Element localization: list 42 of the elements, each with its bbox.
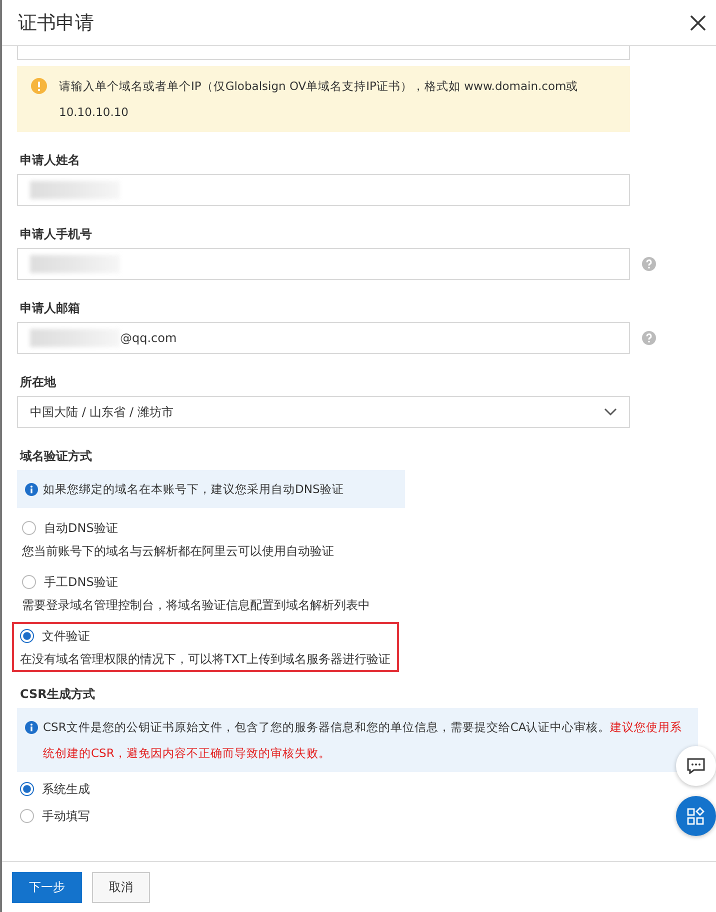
option-description: 在没有域名管理权限的情况下，可以将TXT上传到域名服务器进行验证 — [20, 651, 391, 667]
radio-option[interactable]: 自动DNS验证 — [22, 519, 118, 537]
field-label: 申请人手机号 — [20, 226, 93, 242]
text-input[interactable] — [17, 174, 630, 206]
chat-icon — [687, 758, 705, 774]
section-label: CSR生成方式 — [20, 686, 96, 702]
chevron-down-icon — [604, 408, 617, 416]
text-input[interactable]: @qq.com — [17, 322, 630, 354]
notice-text: CSR文件是您的公钥证书原始文件，包含了您的服务器信息和您的单位信息，需要提交给CA认证中心审核。建议您使用系统创建的CSR，避免因内容不正确而导致的审核失败。 — [43, 719, 684, 762]
location-select[interactable]: 中国大陆 / 山东省 / 潍坊市 — [17, 396, 630, 428]
radio-button[interactable] — [20, 809, 34, 823]
radio-button[interactable] — [20, 782, 34, 796]
radio-option[interactable]: 文件验证 — [20, 627, 90, 645]
info-icon — [25, 721, 38, 734]
radio-button[interactable] — [20, 629, 34, 643]
next-button[interactable]: 下一步 — [12, 872, 82, 902]
field-label: 申请人邮箱 — [20, 300, 81, 316]
cancel-button[interactable]: 取消 — [92, 872, 150, 902]
option-description: 您当前账号下的域名与云解析都在阿里云可以使用自动验证 — [22, 543, 334, 559]
radio-button[interactable] — [22, 521, 36, 535]
help-icon[interactable] — [642, 331, 656, 345]
select-value: 中国大陆 / 山东省 / 潍坊市 — [30, 404, 174, 420]
section-label: 域名验证方式 — [20, 448, 93, 464]
option-description: 需要登录域名管理控制台，将域名验证信息配置到域名解析列表中 — [22, 597, 370, 613]
warning-text: 请输入单个域名或者单个IP（仅Globalsign OV单域名支持IP证书），格式如 www.domain.com或10.10.10.10 — [59, 78, 580, 121]
dialog-title: 证书申请 — [18, 14, 94, 30]
feedback-button[interactable] — [676, 746, 716, 786]
info-icon — [25, 482, 38, 496]
close-icon — [690, 14, 706, 30]
input-value: @qq.com — [120, 330, 177, 346]
help-icon[interactable] — [642, 257, 656, 271]
radio-option[interactable]: 手工DNS验证 — [22, 573, 118, 591]
radio-option[interactable]: 手动填写 — [20, 807, 90, 825]
field-label: 所在地 — [20, 374, 57, 390]
radio-button[interactable] — [22, 575, 36, 589]
field-label: 申请人姓名 — [20, 152, 81, 168]
notice-text: 如果您绑定的域名在本账号下，建议您采用自动DNS验证 — [43, 481, 344, 497]
apps-button[interactable] — [676, 796, 716, 836]
text-input[interactable] — [17, 248, 630, 280]
apps-icon — [687, 807, 705, 825]
radio-option[interactable]: 系统生成 — [20, 780, 90, 798]
warning-icon — [31, 78, 47, 94]
